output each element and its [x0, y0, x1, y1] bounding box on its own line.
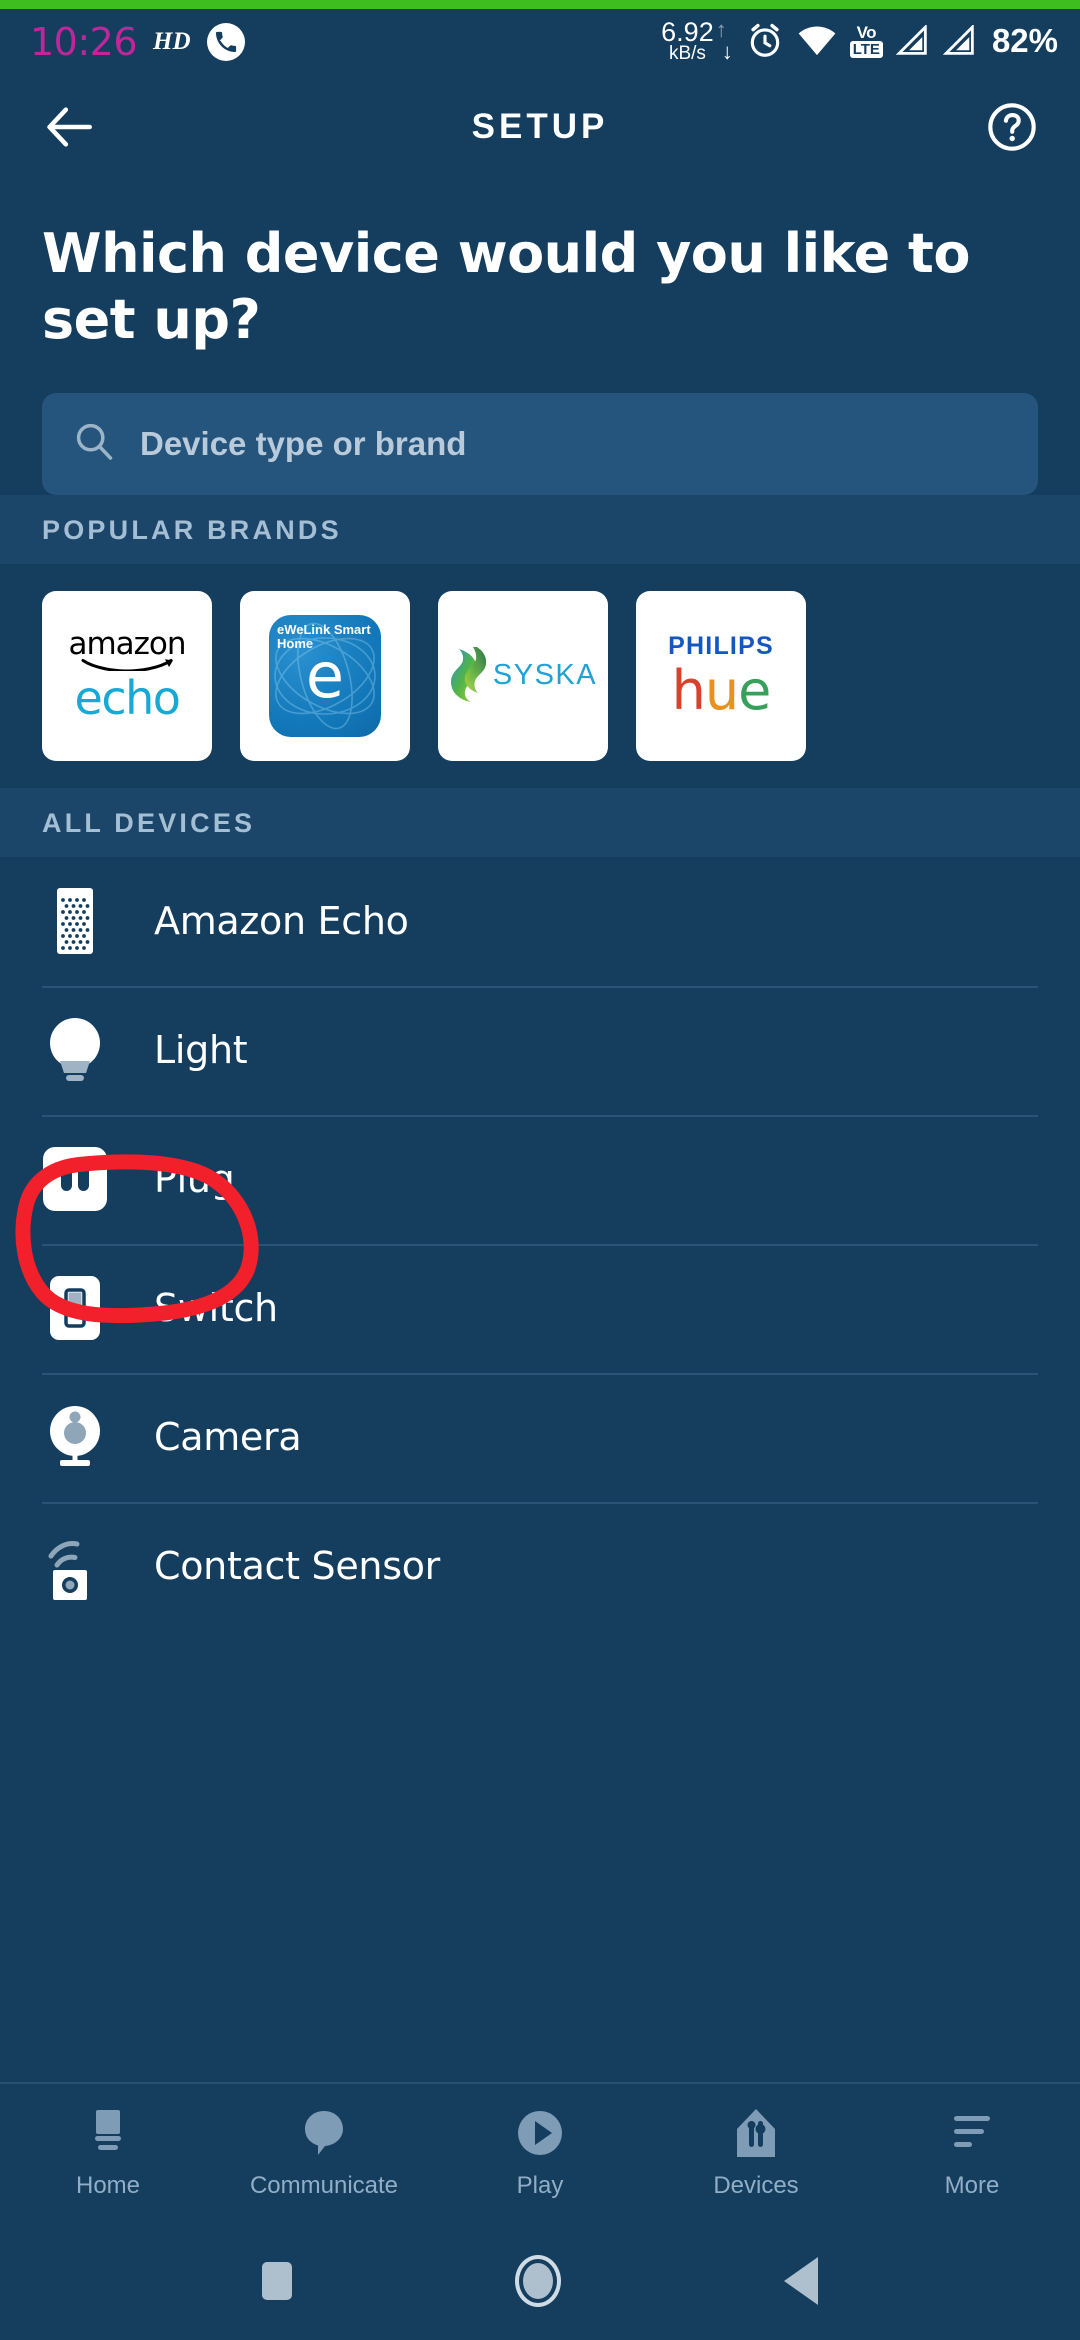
brand-echo-wordmark: echo: [74, 671, 181, 726]
device-row-camera[interactable]: Camera: [0, 1372, 1080, 1502]
cellular-signal-icon: [895, 25, 930, 57]
devices-icon: [733, 2106, 779, 2160]
wall-switch-icon: [42, 1275, 108, 1341]
hd-badge: HD: [153, 27, 191, 55]
nav-item-more[interactable]: More: [864, 2084, 1080, 2222]
brand-card-ewelink[interactable]: eWeLink Smart Home e: [240, 590, 410, 761]
brand-ewelink-glyph: e: [305, 638, 345, 712]
bottom-navigation: Home Communicate Play Devices More: [0, 2082, 1080, 2222]
network-speed-indicator: 6.92 kB/s ↑ ↓: [661, 16, 733, 65]
back-triangle-icon[interactable]: [784, 2257, 819, 2305]
volte-bottom-label: LTE: [849, 41, 883, 59]
nav-label: More: [944, 2172, 1000, 2199]
nav-label: Play: [516, 2172, 564, 2199]
nav-item-play[interactable]: Play: [432, 2084, 648, 2222]
phone-screen: 10:26 HD 6.92 kB/s ↑ ↓ Vo LTE 82% SETUP …: [0, 0, 1080, 2340]
volte-top-label: Vo: [856, 23, 877, 43]
contact-sensor-icon: [42, 1533, 108, 1601]
device-label: Switch: [154, 1286, 278, 1331]
network-speed-value: 6.92: [661, 17, 714, 48]
all-devices-label: ALL DEVICES: [42, 807, 256, 838]
battery-percent-label: 82%: [991, 22, 1058, 60]
brand-syska-wordmark: SYSKA: [492, 659, 598, 692]
smart-plug-icon: [42, 1146, 108, 1212]
more-lines-icon: [948, 2106, 996, 2160]
brand-card-amazon-echo[interactable]: amazon echo: [42, 590, 212, 761]
home-device-icon: [84, 2106, 132, 2160]
popular-brands-label: POPULAR BRANDS: [42, 514, 342, 545]
device-label: Light: [154, 1028, 248, 1073]
page-heading: Which device would you like to set up?: [42, 222, 970, 351]
phone-call-icon: [206, 22, 245, 61]
search-placeholder: Device type or brand: [140, 424, 467, 462]
device-row-plug[interactable]: Plug: [0, 1114, 1080, 1244]
home-circle-icon[interactable]: [514, 2255, 561, 2307]
nav-item-devices[interactable]: Devices: [648, 2084, 864, 2222]
upload-arrow-icon: ↑: [715, 16, 727, 42]
wifi-icon: [797, 24, 837, 58]
android-system-nav: [0, 2222, 1080, 2340]
search-icon: [72, 419, 116, 468]
syska-swoosh-icon: [450, 646, 487, 702]
device-row-amazon-echo[interactable]: Amazon Echo: [0, 857, 1080, 986]
device-row-light[interactable]: Light: [0, 985, 1080, 1115]
volte-icon: Vo LTE: [849, 23, 883, 59]
popular-brands-list: amazon echo eWeLink Smart Home e SYSKA P…: [0, 564, 1080, 788]
help-question-icon[interactable]: [980, 95, 1044, 159]
top-accent-strip: [0, 0, 1080, 9]
device-row-contact-sensor[interactable]: Contact Sensor: [0, 1501, 1080, 1631]
cellular-signal-icon: [942, 25, 977, 57]
search-section: Device type or brand: [0, 353, 1080, 495]
download-arrow-icon: ↓: [721, 38, 733, 64]
recents-square-icon[interactable]: [261, 2262, 292, 2300]
nav-label: Devices: [713, 2172, 799, 2199]
device-label: Contact Sensor: [154, 1544, 440, 1589]
device-label: Plug: [154, 1157, 235, 1202]
page-title: SETUP: [471, 106, 609, 146]
amazon-smile-icon: [81, 659, 173, 672]
device-row-switch[interactable]: Switch: [0, 1243, 1080, 1373]
echo-speaker-icon: [42, 888, 108, 955]
brand-card-syska[interactable]: SYSKA: [438, 590, 608, 761]
nav-item-home[interactable]: Home: [0, 2084, 216, 2222]
network-speed-unit: kB/s: [668, 43, 706, 65]
light-bulb-icon: [42, 1017, 108, 1083]
all-devices-header: ALL DEVICES: [0, 787, 1080, 857]
nav-label: Home: [75, 2172, 141, 2199]
app-bar: SETUP: [0, 74, 1080, 179]
all-devices-list: Amazon Echo Light Plug Switch Camera Con…: [0, 857, 1080, 2082]
play-circle-icon: [515, 2106, 565, 2160]
brand-amazon-wordmark: amazon: [68, 626, 186, 663]
search-input[interactable]: Device type or brand: [42, 392, 1038, 495]
alarm-clock-icon: [746, 22, 784, 60]
popular-brands-header: POPULAR BRANDS: [0, 494, 1080, 564]
back-arrow-icon[interactable]: [36, 95, 100, 159]
nav-label: Communicate: [249, 2172, 399, 2199]
nav-item-communicate[interactable]: Communicate: [216, 2084, 432, 2222]
brand-philips-wordmark: PHILIPS: [668, 631, 774, 660]
brand-hue-wordmark: hue: [671, 658, 772, 722]
device-label: Camera: [154, 1415, 302, 1460]
brand-card-philips-hue[interactable]: PHILIPS hue: [636, 590, 806, 761]
status-bar-time: 10:26: [30, 19, 138, 64]
device-label: Amazon Echo: [154, 899, 409, 944]
camera-icon: [42, 1404, 108, 1470]
speech-bubble-icon: [301, 2106, 347, 2160]
status-bar: 10:26 HD 6.92 kB/s ↑ ↓ Vo LTE 82%: [0, 9, 1080, 74]
